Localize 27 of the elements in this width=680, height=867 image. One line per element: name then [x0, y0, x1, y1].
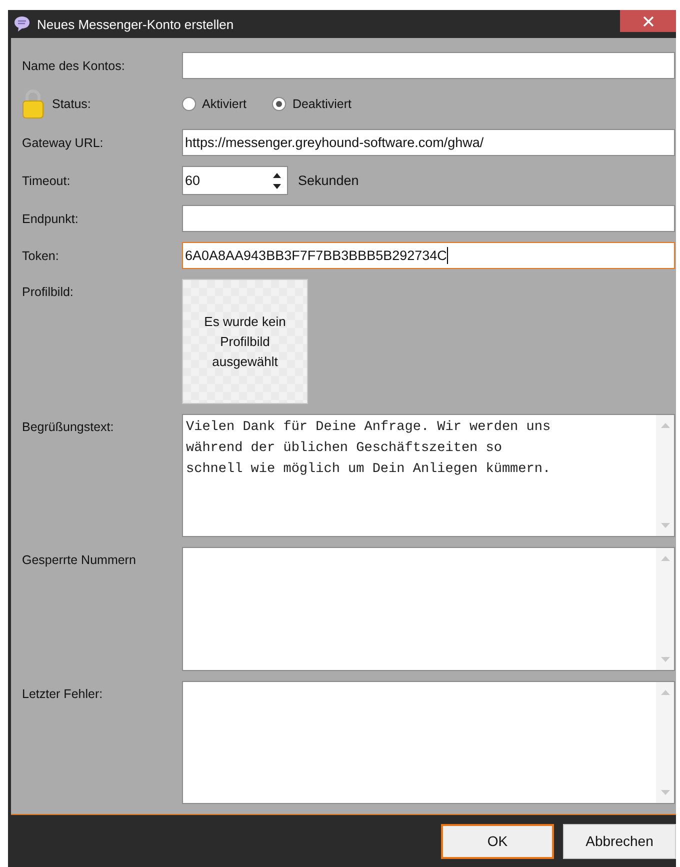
- padlock-icon: [22, 89, 44, 119]
- close-icon: [642, 16, 654, 26]
- field-label: Letzter Fehler:: [22, 686, 103, 701]
- profile-image-placeholder[interactable]: Es wurde kein Profilbild ausgewählt: [182, 279, 308, 404]
- field-label: Status:: [52, 97, 91, 111]
- radio-option[interactable]: Deaktiviert: [272, 97, 352, 111]
- text-field[interactable]: [182, 205, 675, 232]
- field-label: Timeout:: [22, 174, 70, 188]
- dialog-button[interactable]: OK: [441, 824, 554, 858]
- window-title: Neues Messenger-Konto erstellen: [37, 16, 235, 32]
- radio-option[interactable]: Aktiviert: [182, 97, 246, 111]
- number-field[interactable]: 60: [182, 166, 288, 195]
- field-label: Gesperrte Nummern: [22, 553, 136, 568]
- chat-bubble-icon: [13, 15, 31, 33]
- text-field[interactable]: [182, 52, 675, 79]
- spinner-arrows-icon[interactable]: [272, 172, 282, 190]
- unit-label: Sekunden: [298, 173, 359, 188]
- close-button[interactable]: [620, 10, 676, 32]
- dialog-button[interactable]: Abbrechen: [563, 824, 676, 858]
- text-field[interactable]: https://messenger.greyhound-software.com/ghwa/: [182, 129, 675, 156]
- field-label: Token:: [22, 248, 59, 262]
- field-label: Gateway URL:: [22, 136, 104, 150]
- field-label: Endpunkt:: [22, 212, 78, 226]
- field-label: Name des Kontos:: [22, 58, 125, 72]
- text-field[interactable]: 6A0A8AA943BB3F7F7BB3BBB5B292734C: [182, 242, 675, 269]
- field-label: Profilbild:: [22, 285, 74, 299]
- field-label: Begrüßungstext:: [22, 420, 114, 434]
